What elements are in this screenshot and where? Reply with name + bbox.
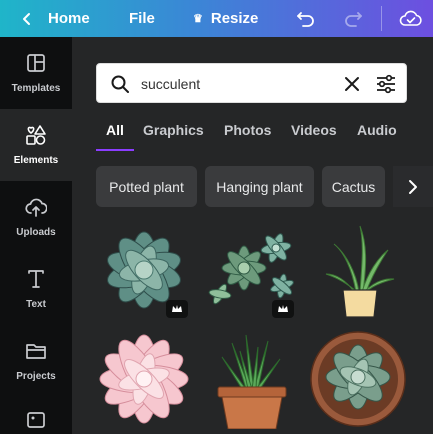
upload-cloud-icon [25, 196, 48, 221]
sidebar-item-text[interactable]: Text [0, 253, 72, 325]
redo-icon[interactable] [343, 0, 363, 37]
resize-button[interactable]: ♛ Resize [193, 0, 258, 37]
chevron-right-icon[interactable] [393, 166, 433, 207]
sidebar-item-templates[interactable]: Templates [0, 37, 72, 109]
cloud-saved-icon[interactable] [399, 0, 423, 37]
premium-crown-icon [272, 300, 294, 318]
active-tab-indicator [96, 149, 134, 151]
text-icon [25, 268, 47, 293]
result-succulent-in-bowl[interactable] [308, 327, 408, 427]
result-aloe-in-pot[interactable] [316, 224, 402, 320]
chip-hanging-plant[interactable]: Hanging plant [205, 166, 314, 207]
sidebar-item-label: Elements [13, 155, 59, 166]
elements-icon [25, 124, 47, 149]
filter-sliders-icon[interactable] [376, 74, 396, 94]
sidebar-item-label: Templates [11, 83, 61, 94]
result-succulent-cluster[interactable] [202, 224, 302, 318]
aloe-pot-illustration [325, 225, 395, 318]
chip-potted-plant[interactable]: Potted plant [96, 166, 197, 207]
tab-all[interactable]: All [106, 122, 124, 138]
chip-cactus[interactable]: Cactus [322, 166, 385, 207]
topbar-divider [381, 6, 382, 31]
chevron-left-icon[interactable] [20, 0, 34, 37]
resize-label: Resize [210, 10, 259, 27]
succulent-bowl-illustration [310, 331, 406, 427]
left-sidebar: Templates Elements Uploads Text Projects [0, 37, 72, 434]
search-bar [96, 63, 407, 103]
crown-icon: ♛ [193, 13, 203, 25]
home-button[interactable]: Home [48, 0, 90, 37]
sidebar-item-photos[interactable] [0, 397, 72, 434]
sidebar-item-label: Text [26, 299, 46, 310]
sidebar-item-elements[interactable]: Elements [0, 109, 72, 181]
close-icon[interactable] [343, 75, 361, 93]
elements-panel: All Graphics Photos Videos Audio Potted … [72, 37, 433, 434]
search-input[interactable] [141, 72, 331, 96]
tab-graphics[interactable]: Graphics [143, 122, 204, 138]
sidebar-item-uploads[interactable]: Uploads [0, 181, 72, 253]
result-pink-echeveria[interactable] [94, 327, 194, 427]
sidebar-item-projects[interactable]: Projects [0, 325, 72, 397]
haworthia-pot-illustration [217, 334, 287, 430]
undo-icon[interactable] [296, 0, 316, 37]
image-icon [25, 409, 47, 434]
templates-icon [25, 52, 47, 77]
tab-videos[interactable]: Videos [291, 122, 337, 138]
file-menu-button[interactable]: File [129, 0, 155, 37]
top-bar: Home File ♛ Resize [0, 0, 433, 37]
tab-photos[interactable]: Photos [224, 122, 271, 138]
tab-audio[interactable]: Audio [357, 122, 397, 138]
sidebar-item-label: Uploads [16, 227, 56, 238]
result-echeveria-rosette[interactable] [94, 224, 194, 318]
pink-echeveria-illustration [99, 334, 189, 424]
search-icon [111, 75, 129, 93]
sidebar-item-label: Projects [16, 371, 56, 382]
folder-icon [25, 340, 47, 365]
premium-crown-icon [166, 300, 188, 318]
result-haworthia-terracotta-pot[interactable] [212, 329, 292, 430]
